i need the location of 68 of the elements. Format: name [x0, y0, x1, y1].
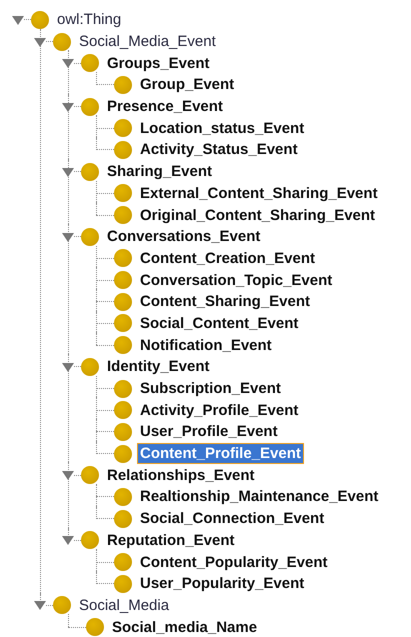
class-icon	[81, 54, 99, 72]
class-label[interactable]: Subscription_Event	[137, 378, 284, 400]
class-icon	[114, 184, 132, 202]
class-label[interactable]: Content_Sharing_Event	[137, 291, 314, 312]
collapse-toggle-icon[interactable]	[62, 469, 74, 482]
class-label[interactable]: Content_Creation_Event	[137, 248, 318, 269]
class-label[interactable]: Conversation_Topic_Event	[137, 270, 336, 291]
class-label[interactable]: Presence_Event	[104, 96, 226, 118]
class-icon	[81, 162, 99, 181]
class-icon	[114, 206, 132, 224]
class-icon	[114, 553, 132, 572]
class-label[interactable]: Content_Profile_Event	[137, 443, 304, 464]
class-icon	[81, 466, 99, 484]
class-label[interactable]: Location_status_Event	[137, 118, 308, 139]
class-label[interactable]: Group_Event	[137, 74, 238, 96]
class-icon	[114, 292, 132, 311]
collapse-toggle-icon[interactable]	[62, 534, 74, 546]
class-icon	[114, 510, 132, 528]
collapse-toggle-icon[interactable]	[62, 360, 74, 373]
class-label[interactable]: Activity_Status_Event	[137, 139, 301, 160]
class-icon	[114, 488, 132, 506]
class-icon	[114, 336, 132, 354]
class-icon	[81, 98, 99, 116]
class-label[interactable]: User_Profile_Event	[137, 421, 281, 442]
collapse-toggle-icon[interactable]	[62, 57, 74, 70]
class-label[interactable]: Social_Connection_Event	[137, 508, 328, 530]
class-label[interactable]: Notification_Event	[137, 334, 275, 356]
class-icon	[81, 531, 99, 550]
class-label[interactable]: Reputation_Event	[104, 530, 238, 551]
class-icon	[114, 422, 132, 441]
class-label[interactable]: Activity_Profile_Event	[137, 400, 302, 421]
class-label[interactable]: User_Popularity_Event	[137, 573, 308, 594]
collapse-toggle-icon[interactable]	[12, 14, 24, 26]
class-icon	[114, 380, 132, 398]
class-label[interactable]: Social_Media	[76, 594, 172, 616]
collapse-toggle-icon[interactable]	[62, 166, 74, 178]
class-icon	[86, 618, 104, 636]
class-label[interactable]: Original_Content_Sharing_Event	[137, 204, 378, 226]
collapse-toggle-icon[interactable]	[34, 599, 46, 612]
class-label[interactable]: Sharing_Event	[104, 161, 216, 182]
class-icon	[81, 228, 99, 246]
class-icon	[114, 76, 132, 94]
class-label[interactable]: Identity_Event	[104, 356, 213, 378]
class-icon	[114, 314, 132, 332]
class-icon	[114, 119, 132, 138]
collapse-toggle-icon[interactable]	[62, 100, 74, 113]
collapse-toggle-icon[interactable]	[62, 230, 74, 243]
class-label[interactable]: Social_Content_Event	[137, 312, 302, 334]
class-label[interactable]: Social_media_Name	[109, 616, 260, 637]
class-icon	[114, 574, 132, 593]
class-icon	[53, 596, 71, 614]
class-label[interactable]: Content_Popularity_Event	[137, 552, 331, 573]
class-label[interactable]: Groups_Event	[104, 52, 213, 74]
collapse-toggle-icon[interactable]	[34, 36, 46, 48]
class-label[interactable]: External_Content_Sharing_Event	[137, 182, 381, 204]
class-icon	[53, 32, 71, 51]
class-icon	[114, 140, 132, 159]
class-label[interactable]: owl:Thing	[54, 9, 124, 30]
class-icon	[114, 271, 132, 290]
class-icon	[114, 401, 132, 420]
class-icon	[31, 10, 49, 29]
class-label[interactable]: Realtionship_Maintenance_Event	[137, 486, 382, 508]
class-icon	[114, 249, 132, 268]
class-icon	[114, 444, 132, 463]
class-label[interactable]: Conversations_Event	[104, 226, 264, 248]
class-label[interactable]: Relationships_Event	[104, 464, 258, 486]
class-label[interactable]: Social_Media_Event	[76, 31, 219, 52]
class-icon	[81, 358, 99, 376]
